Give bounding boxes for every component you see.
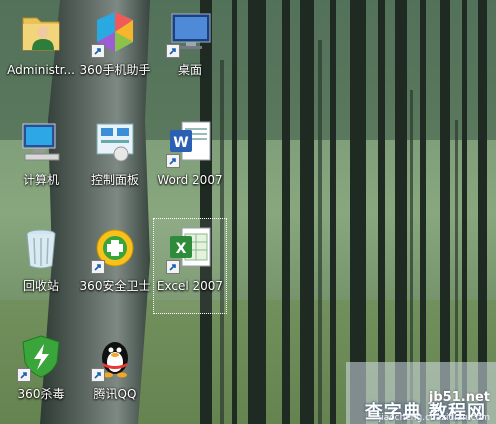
user-folder-icon	[15, 6, 67, 58]
svg-text:X: X	[176, 241, 187, 257]
icon-label: 回收站	[22, 279, 59, 293]
control-panel-icon	[89, 116, 141, 168]
icon-label: 360安全卫士	[79, 279, 151, 293]
icon-label: 360手机助手	[79, 63, 151, 77]
shortcut-arrow-icon	[91, 44, 105, 58]
icon-label: 控制面板	[90, 173, 139, 187]
desktop-icon-360-antivirus[interactable]: 360杀毒	[4, 326, 78, 422]
excel-icon: X	[164, 222, 216, 274]
qq-penguin-icon	[89, 330, 141, 382]
icon-label: Excel 2007	[156, 279, 224, 293]
desktop-icon-recycle-bin[interactable]: 回收站	[4, 218, 78, 314]
icon-label: 腾讯QQ	[93, 387, 137, 401]
desktop-icon-360-phone-assistant[interactable]: 360手机助手	[78, 2, 152, 98]
watermark: jb51.net 查字典 教程网 jiaocheng.chazidian.com	[346, 362, 496, 424]
desktop-icon-computer[interactable]: 计算机	[4, 112, 78, 208]
desktop-monitor-icon	[164, 6, 216, 58]
computer-icon	[15, 116, 67, 168]
desktop-icon-360-security[interactable]: 360安全卫士	[78, 218, 152, 314]
svg-text:W: W	[173, 135, 188, 151]
desktop-icon-desktop[interactable]: 桌面	[153, 2, 227, 98]
icon-label: 桌面	[177, 63, 202, 77]
icon-label: 计算机	[22, 173, 59, 187]
shortcut-arrow-icon	[166, 260, 180, 274]
shortcut-arrow-icon	[166, 44, 180, 58]
desktop[interactable]: Administr... 360手机助手 桌面 计算机 控制面板 W Word …	[0, 0, 496, 424]
shortcut-arrow-icon	[91, 260, 105, 274]
desktop-icon-control-panel[interactable]: 控制面板	[78, 112, 152, 208]
icon-label: 360杀毒	[17, 387, 65, 401]
desktop-icon-administrator[interactable]: Administr...	[4, 2, 78, 98]
desktop-icon-word[interactable]: W Word 2007	[153, 112, 227, 208]
shortcut-arrow-icon	[91, 368, 105, 382]
360-security-icon	[89, 222, 141, 274]
word-icon: W	[164, 116, 216, 168]
desktop-icon-excel[interactable]: X Excel 2007	[153, 218, 227, 314]
360-phone-assistant-icon	[89, 6, 141, 58]
360-antivirus-icon	[15, 330, 67, 382]
shortcut-arrow-icon	[166, 154, 180, 168]
desktop-icon-qq[interactable]: 腾讯QQ	[78, 326, 152, 422]
icon-label: Administr...	[7, 63, 75, 77]
icon-label: Word 2007	[157, 173, 223, 187]
watermark-url: jiaocheng.chazidian.com	[378, 413, 490, 423]
shortcut-arrow-icon	[17, 368, 31, 382]
recycle-bin-icon	[15, 222, 67, 274]
